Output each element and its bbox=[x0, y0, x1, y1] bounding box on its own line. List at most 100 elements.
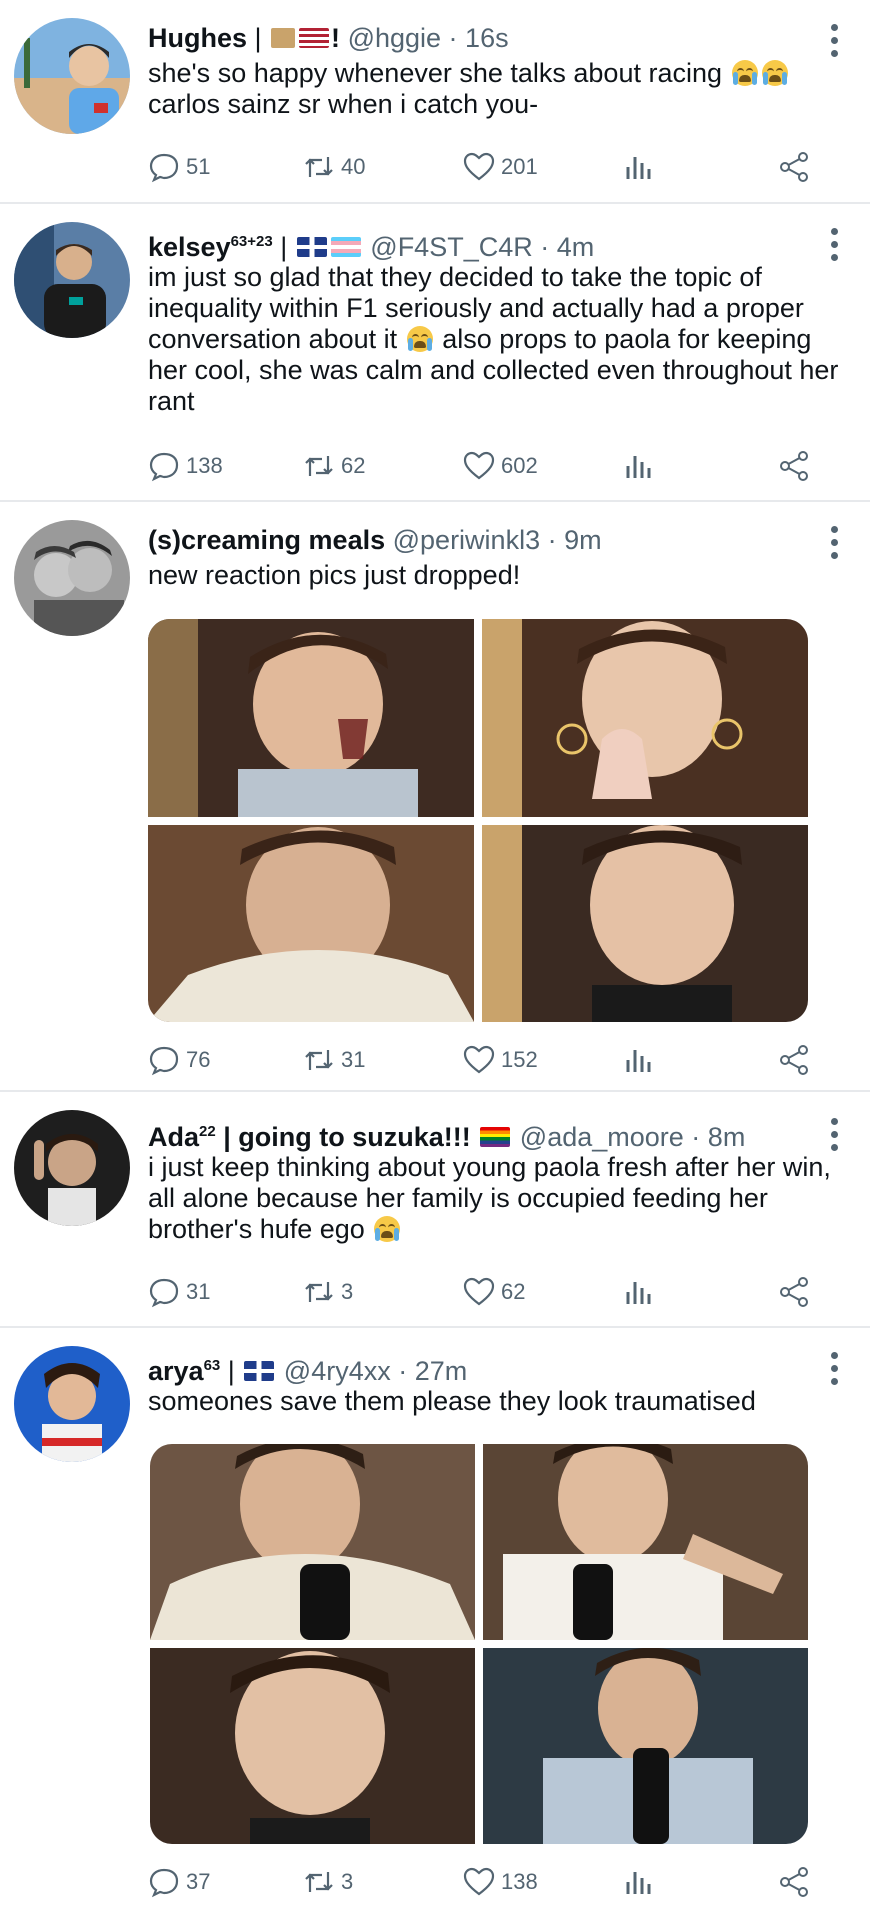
media-image[interactable] bbox=[148, 619, 474, 817]
share-button[interactable] bbox=[778, 1040, 810, 1080]
share-button[interactable] bbox=[778, 1862, 810, 1902]
avatar[interactable] bbox=[14, 18, 130, 134]
more-icon[interactable] bbox=[824, 526, 844, 560]
reply-button[interactable]: 76 bbox=[148, 1040, 210, 1080]
views-icon bbox=[626, 1050, 651, 1072]
media-image[interactable] bbox=[150, 1648, 475, 1844]
tweet[interactable]: (s)creaming meals @periwinkl3 · 9m new r… bbox=[0, 502, 870, 1092]
retweet-button[interactable]: 62 bbox=[303, 446, 365, 486]
views-button[interactable] bbox=[623, 147, 655, 187]
avatar-image bbox=[14, 222, 130, 338]
retweet-icon bbox=[305, 157, 333, 177]
handle[interactable]: @4ry4xx bbox=[284, 1356, 391, 1386]
retweet-button[interactable]: 40 bbox=[303, 147, 365, 187]
like-button[interactable]: 152 bbox=[463, 1040, 538, 1080]
tweet-actions: 76 31 152 bbox=[148, 1040, 828, 1080]
media-grid[interactable] bbox=[148, 619, 808, 1022]
avatar-image bbox=[14, 1110, 130, 1226]
media-image[interactable] bbox=[150, 1444, 475, 1640]
tweet-header: arya63 | @4ry4xx · 27m bbox=[148, 1356, 468, 1386]
more-icon[interactable] bbox=[824, 228, 844, 262]
crying-emoji-icon bbox=[761, 60, 788, 86]
usa-flag-icon bbox=[299, 27, 330, 48]
more-icon[interactable] bbox=[824, 24, 844, 58]
reply-button[interactable]: 51 bbox=[148, 147, 210, 187]
crying-emoji-icon bbox=[406, 326, 433, 352]
display-name[interactable]: Hughes bbox=[148, 23, 247, 53]
views-button[interactable] bbox=[623, 446, 655, 486]
like-button[interactable]: 602 bbox=[463, 446, 538, 486]
more-icon[interactable] bbox=[824, 1118, 844, 1152]
tweet[interactable]: kelsey63+23 | @F4ST_C4R · 4m im just so … bbox=[0, 204, 870, 502]
retweet-button[interactable]: 3 bbox=[303, 1272, 353, 1312]
avatar-image bbox=[14, 520, 130, 636]
views-button[interactable] bbox=[623, 1862, 655, 1902]
retweet-button[interactable]: 31 bbox=[303, 1040, 365, 1080]
tweet[interactable]: Ada22 | going to suzuka!!! @ada_moore · … bbox=[0, 1092, 870, 1328]
display-name[interactable]: Ada bbox=[148, 1122, 199, 1152]
like-button[interactable]: 138 bbox=[463, 1862, 538, 1902]
reply-icon bbox=[149, 1278, 179, 1308]
eagle-icon bbox=[271, 27, 296, 48]
media-grid[interactable] bbox=[150, 1444, 808, 1844]
uk-flag-icon bbox=[296, 236, 327, 257]
views-button[interactable] bbox=[623, 1040, 655, 1080]
share-icon bbox=[780, 451, 808, 481]
tweet-text: new reaction pics just dropped! bbox=[148, 560, 521, 590]
handle[interactable]: @ada_moore bbox=[520, 1122, 684, 1152]
avatar[interactable] bbox=[14, 1110, 130, 1226]
display-name[interactable]: (s)creaming meals bbox=[148, 525, 385, 555]
uk-flag-icon bbox=[244, 1360, 275, 1381]
avatar[interactable] bbox=[14, 222, 130, 338]
share-icon bbox=[780, 1277, 808, 1307]
reply-button[interactable]: 31 bbox=[148, 1272, 210, 1312]
reply-icon bbox=[149, 153, 179, 183]
media-image[interactable] bbox=[483, 1648, 808, 1844]
timestamp[interactable]: 4m bbox=[557, 232, 595, 262]
heart-icon bbox=[463, 1277, 495, 1306]
tweet-text: im just so glad that they decided to tak… bbox=[148, 262, 839, 416]
display-name[interactable]: arya bbox=[148, 1356, 204, 1386]
tweet-text: she's so happy whenever she talks about … bbox=[148, 58, 840, 120]
crying-emoji-icon bbox=[731, 60, 758, 86]
avatar-image bbox=[14, 1346, 130, 1462]
views-icon bbox=[626, 456, 651, 478]
media-image[interactable] bbox=[483, 1444, 808, 1640]
display-name[interactable]: kelsey bbox=[148, 232, 231, 262]
share-icon bbox=[780, 1045, 808, 1075]
avatar[interactable] bbox=[14, 1346, 130, 1462]
tweet-actions: 37 3 138 bbox=[148, 1862, 828, 1902]
media-image[interactable] bbox=[482, 825, 808, 1022]
reply-icon bbox=[149, 1046, 179, 1076]
handle[interactable]: @hggie bbox=[348, 23, 441, 53]
timestamp[interactable]: 27m bbox=[415, 1356, 468, 1386]
reply-button[interactable]: 138 bbox=[148, 446, 223, 486]
tweet[interactable]: Hughes | ! @hggie · 16s she's so happy w… bbox=[0, 0, 870, 204]
retweet-button[interactable]: 3 bbox=[303, 1862, 353, 1902]
timestamp[interactable]: 16s bbox=[465, 23, 509, 53]
retweet-icon bbox=[305, 1872, 333, 1892]
avatar[interactable] bbox=[14, 520, 130, 636]
share-button[interactable] bbox=[778, 147, 810, 187]
tweet-text: i just keep thinking about young paola f… bbox=[148, 1152, 831, 1244]
tweet-actions: 31 3 62 bbox=[148, 1272, 828, 1312]
trans-flag-icon bbox=[330, 236, 361, 257]
share-icon bbox=[780, 152, 808, 182]
media-image[interactable] bbox=[148, 825, 474, 1022]
share-button[interactable] bbox=[778, 1272, 810, 1312]
reply-button[interactable]: 37 bbox=[148, 1862, 210, 1902]
views-icon bbox=[626, 157, 651, 179]
timestamp[interactable]: 8m bbox=[708, 1122, 746, 1152]
timestamp[interactable]: 9m bbox=[564, 525, 602, 555]
tweet-header: (s)creaming meals @periwinkl3 · 9m bbox=[148, 525, 602, 555]
share-button[interactable] bbox=[778, 446, 810, 486]
like-button[interactable]: 201 bbox=[463, 147, 538, 187]
tweet[interactable]: arya63 | @4ry4xx · 27m someones save the… bbox=[0, 1328, 870, 1920]
media-image[interactable] bbox=[482, 619, 808, 817]
more-icon[interactable] bbox=[824, 1352, 844, 1386]
handle[interactable]: @periwinkl3 bbox=[393, 525, 540, 555]
heart-icon bbox=[463, 1045, 495, 1074]
handle[interactable]: @F4ST_C4R bbox=[370, 232, 532, 262]
like-button[interactable]: 62 bbox=[463, 1272, 525, 1312]
views-button[interactable] bbox=[623, 1272, 655, 1312]
